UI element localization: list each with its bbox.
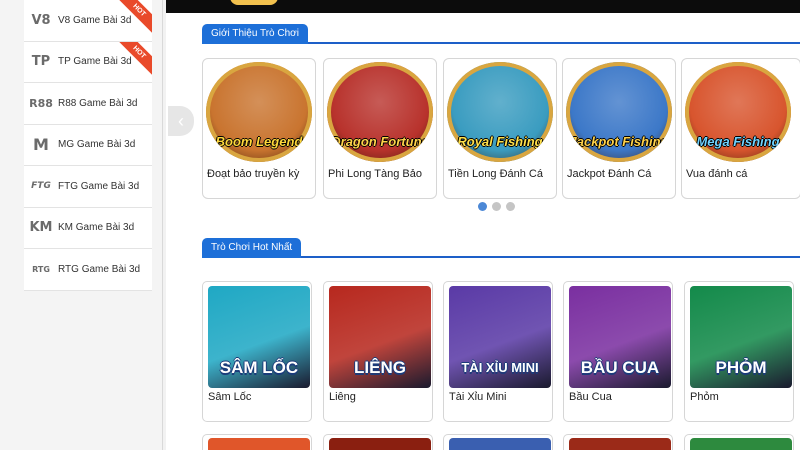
game-thumbnail xyxy=(329,438,431,450)
carousel-dot[interactable] xyxy=(506,202,515,211)
tp-logo-icon: TP xyxy=(31,54,51,70)
sidebar-item-label: V8 Game Bài 3d xyxy=(58,14,132,26)
game-thumbnail-title: SÂM LỐC xyxy=(219,358,299,377)
r88-logo-icon: R88 xyxy=(29,96,53,110)
game-thumbnail xyxy=(569,438,671,450)
carousel-pager xyxy=(478,202,515,211)
partial-game-card[interactable] xyxy=(323,434,433,450)
sidebar-item-r88[interactable]: R88 R88 Game Bài 3d xyxy=(24,83,152,125)
sidebar-item-label: RTG Game Bài 3d xyxy=(58,263,141,275)
sidebar-item-label: FTG Game Bài 3d xyxy=(58,180,140,192)
sidebar-item-tp[interactable]: TP TP Game Bài 3d HOT xyxy=(24,41,152,83)
game-name: Đoạt bảo truyền kỳ xyxy=(207,168,300,180)
game-name: Phỏm xyxy=(690,391,719,403)
game-thumbnail-title: Boom Legend xyxy=(215,134,303,149)
ftg-logo-icon: FTG xyxy=(31,181,51,192)
game-thumbnail-title: Jackpot Fishing xyxy=(569,134,669,149)
game-thumbnail: BẦU CUA xyxy=(569,286,671,388)
hot-game-card[interactable]: LIÊNG Liêng xyxy=(323,281,433,422)
game-thumbnail-title: BẦU CUA xyxy=(580,358,660,377)
rtg-logo-icon: RTG xyxy=(32,264,50,274)
game-thumbnail-title: Dragon Fortune xyxy=(331,134,429,149)
partial-game-card[interactable] xyxy=(202,434,312,450)
km-logo-icon: KM xyxy=(29,220,53,236)
game-thumbnail xyxy=(208,438,310,450)
game-thumbnail-title: LIÊNG xyxy=(354,358,406,377)
sidebar-item-label: R88 Game Bài 3d xyxy=(58,97,138,109)
game-name: Vua đánh cá xyxy=(686,168,748,180)
intro-game-card[interactable]: Jackpot Fishing Jackpot Đánh Cá xyxy=(562,58,676,199)
sidebar-item-m[interactable]: M MG Game Bài 3d xyxy=(24,125,152,166)
sidebar-item-label: MG Game Bài 3d xyxy=(58,139,136,151)
game-name: Bầu Cua xyxy=(569,391,612,403)
carousel-dot[interactable] xyxy=(492,202,501,211)
hot-game-card[interactable]: TÀI XỈU MINI Tài Xỉu Mini xyxy=(443,281,553,422)
game-name: Tiền Long Đánh Cá xyxy=(448,168,543,180)
chevron-left-icon: ‹ xyxy=(178,110,184,131)
v8-logo-icon: V8 xyxy=(31,12,51,28)
game-thumbnail: Boom Legend xyxy=(206,62,312,162)
game-thumbnail: SÂM LỐC xyxy=(208,286,310,388)
intro-game-card[interactable]: Boom Legend Đoạt bảo truyền kỳ xyxy=(202,58,316,199)
intro-section-tab[interactable]: Giới Thiệu Trò Chơi xyxy=(202,24,308,44)
game-name: Phi Long Tàng Bảo xyxy=(328,168,422,180)
hot-game-card[interactable]: SÂM LỐC Sâm Lốc xyxy=(202,281,312,422)
partial-game-card[interactable] xyxy=(684,434,794,450)
sidebar-item-v8[interactable]: V8 V8 Game Bài 3d HOT xyxy=(24,0,152,42)
game-thumbnail: LIÊNG xyxy=(329,286,431,388)
game-name: Tài Xỉu Mini xyxy=(449,391,507,403)
game-thumbnail: TÀI XỈU MINI xyxy=(449,286,551,388)
top-bar xyxy=(166,0,800,13)
sidebar-list: V8 V8 Game Bài 3d HOT TP TP Game Bài 3d HOT R8… xyxy=(24,0,152,291)
sidebar-item-label: TP Game Bài 3d xyxy=(58,56,132,68)
game-thumbnail: Mega Fishing xyxy=(685,62,791,162)
intro-game-card[interactable]: Mega Fishing Vua đánh cá xyxy=(681,58,800,199)
hot-section-header: Trò Chơi Hot Nhất xyxy=(202,238,800,258)
partial-game-card[interactable] xyxy=(443,434,553,450)
game-thumbnail-title: Royal Fishing xyxy=(457,134,543,149)
carousel-dot[interactable] xyxy=(478,202,487,211)
game-thumbnail-title: PHỎM xyxy=(715,358,767,377)
top-bar-button[interactable] xyxy=(230,0,278,5)
sidebar-item-label: KM Game Bài 3d xyxy=(58,222,135,234)
game-thumbnail: Dragon Fortune xyxy=(327,62,433,162)
sidebar-item-rtg[interactable]: RTG RTG Game Bài 3d xyxy=(24,249,152,291)
intro-game-card[interactable]: Dragon Fortune Phi Long Tàng Bảo xyxy=(323,58,437,199)
game-thumbnail-title: TÀI XỈU MINI xyxy=(461,360,539,375)
game-name: Sâm Lốc xyxy=(208,391,252,403)
game-thumbnail: PHỎM xyxy=(690,286,792,388)
hot-game-card[interactable]: PHỎM Phỏm xyxy=(684,281,794,422)
hot-section-tab[interactable]: Trò Chơi Hot Nhất xyxy=(202,238,302,258)
partial-game-card[interactable] xyxy=(563,434,673,450)
game-thumbnail xyxy=(690,438,792,450)
game-thumbnail: Royal Fishing xyxy=(447,62,553,162)
intro-section-header: Giới Thiệu Trò Chơi xyxy=(202,24,800,44)
game-name: Jackpot Đánh Cá xyxy=(567,168,652,180)
game-name: Liêng xyxy=(329,391,356,403)
page: V8 V8 Game Bài 3d HOT TP TP Game Bài 3d HOT R8… xyxy=(0,0,800,450)
sidebar-item-ftg[interactable]: FTG FTG Game Bài 3d xyxy=(24,166,152,208)
sidebar: V8 V8 Game Bài 3d HOT TP TP Game Bài 3d HOT R8… xyxy=(0,0,163,450)
hot-game-card[interactable]: BẦU CUA Bầu Cua xyxy=(563,281,673,422)
carousel-prev-arrow[interactable]: ‹ xyxy=(168,106,194,136)
m-logo-icon: M xyxy=(33,135,49,155)
intro-game-card[interactable]: Royal Fishing Tiền Long Đánh Cá xyxy=(443,58,557,199)
game-thumbnail-title: Mega Fishing xyxy=(696,134,780,149)
game-thumbnail: Jackpot Fishing xyxy=(566,62,672,162)
game-thumbnail xyxy=(449,438,551,450)
sidebar-item-km[interactable]: KM KM Game Bài 3d xyxy=(24,208,152,249)
main-content: Giới Thiệu Trò Chơi ‹ Boom Legend Đoạt bả… xyxy=(166,0,800,450)
